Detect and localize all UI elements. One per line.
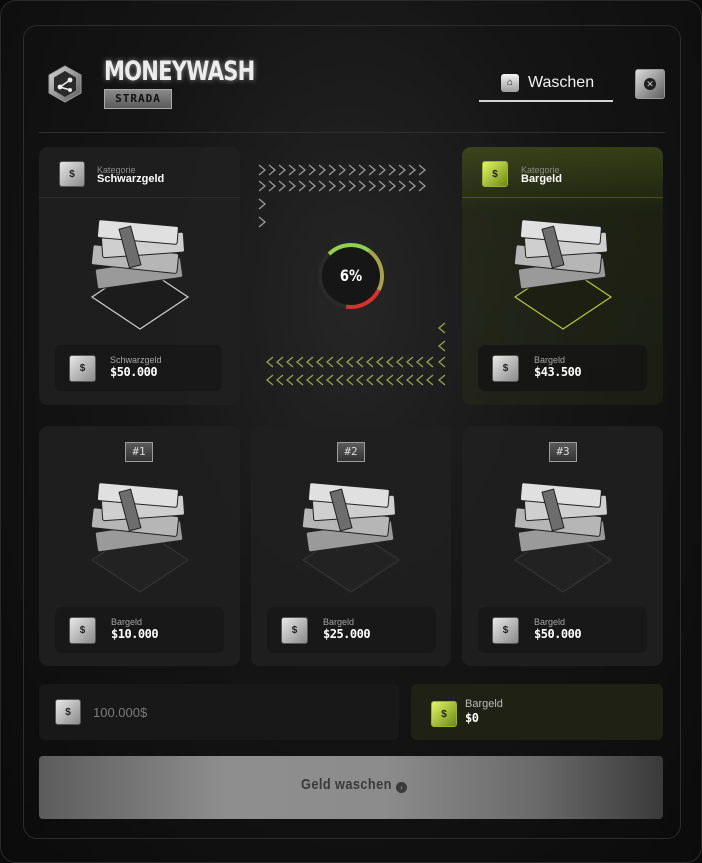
- preset-card-2[interactable]: #2 $ Bargeld $25.000: [251, 426, 451, 666]
- preset-badge: #2: [337, 442, 365, 462]
- amount-input[interactable]: $ 100.000$: [39, 684, 399, 740]
- close-button[interactable]: ✕: [635, 69, 665, 99]
- preset-card-1[interactable]: #1 $ Bargeld $10.000: [39, 426, 240, 666]
- brand-title: MONEYWASH: [104, 56, 255, 87]
- header-divider: [39, 132, 665, 133]
- money-bag-icon: $: [59, 161, 85, 187]
- money-bag-icon: $: [482, 161, 508, 187]
- fee-progress-ring: 6%: [317, 242, 385, 310]
- target-amount-box: $ Bargeld $43.500: [478, 345, 647, 391]
- source-card-header: $ Kategorie Schwarzgeld: [39, 147, 240, 198]
- close-icon: ✕: [644, 78, 656, 90]
- preset-amount-box: $ Bargeld $10.000: [55, 607, 224, 653]
- money-bag-icon: $: [492, 617, 519, 644]
- tab-waschen[interactable]: ⌂ Waschen: [479, 65, 613, 102]
- result-label: Bargeld: [465, 698, 503, 710]
- target-category-value: Bargeld: [521, 173, 562, 185]
- target-amount-value: $43.500: [534, 365, 582, 379]
- cash-stack-icon: [84, 482, 196, 599]
- moneywash-window: MONEYWASH STRADA ⌂ Waschen ✕ 6% $ Katego…: [0, 0, 702, 863]
- brand-subtitle: STRADA: [104, 89, 172, 109]
- preset-badge: #1: [125, 442, 153, 462]
- preset-label: Bargeld: [111, 617, 143, 627]
- fee-percent-text: 6%: [339, 266, 363, 285]
- result-value: $0: [465, 711, 479, 725]
- preset-value: $50.000: [534, 627, 582, 641]
- preset-amount-box: $ Bargeld $25.000: [267, 607, 436, 653]
- cash-stack-icon: [507, 219, 619, 336]
- target-card-header: $ Kategorie Bargeld: [462, 147, 663, 198]
- money-bag-icon: $: [69, 355, 96, 382]
- source-amount-box: $ Schwarzgeld $50.000: [55, 345, 222, 391]
- cash-stack-icon: [507, 482, 619, 599]
- money-bag-icon: $: [281, 617, 308, 644]
- arrow-right-icon: ›: [396, 782, 407, 793]
- preset-value: $10.000: [111, 627, 159, 641]
- preset-label: Bargeld: [534, 617, 566, 627]
- preset-value: $25.000: [323, 627, 371, 641]
- source-category-value: Schwarzgeld: [97, 173, 165, 185]
- money-bag-icon: $: [431, 701, 457, 727]
- source-card[interactable]: $ Kategorie Schwarzgeld $ Schwarzgeld $5…: [39, 147, 240, 405]
- network-icon: [48, 65, 82, 103]
- brand: MONEYWASH STRADA: [104, 56, 297, 109]
- cash-stack-icon: [84, 219, 196, 336]
- preset-badge: #3: [549, 442, 577, 462]
- preset-amount-box: $ Bargeld $50.000: [478, 607, 647, 653]
- result-box: $ Bargeld $0: [411, 684, 663, 740]
- chevron-left-decoration: [265, 322, 446, 386]
- preset-card-3[interactable]: #3 $ Bargeld $50.000: [462, 426, 663, 666]
- tab-waschen-label: Waschen: [528, 73, 595, 91]
- money-bag-icon: $: [69, 617, 96, 644]
- money-bag-icon: $: [55, 699, 81, 725]
- geld-waschen-label: Geld waschen: [301, 776, 392, 793]
- cash-stack-icon: [295, 482, 407, 599]
- source-amount-label: Schwarzgeld: [110, 355, 162, 365]
- target-card[interactable]: $ Kategorie Bargeld $ Bargeld $43.500: [462, 147, 663, 405]
- chevron-right-decoration: [258, 164, 427, 228]
- preset-label: Bargeld: [323, 617, 355, 627]
- money-bag-icon: $: [492, 355, 519, 382]
- source-amount-value: $50.000: [110, 365, 158, 379]
- target-amount-label: Bargeld: [534, 355, 566, 365]
- geld-waschen-button[interactable]: Geld waschen ›: [39, 756, 663, 819]
- amount-input-placeholder: 100.000$: [93, 705, 148, 720]
- washing-icon: ⌂: [501, 73, 519, 92]
